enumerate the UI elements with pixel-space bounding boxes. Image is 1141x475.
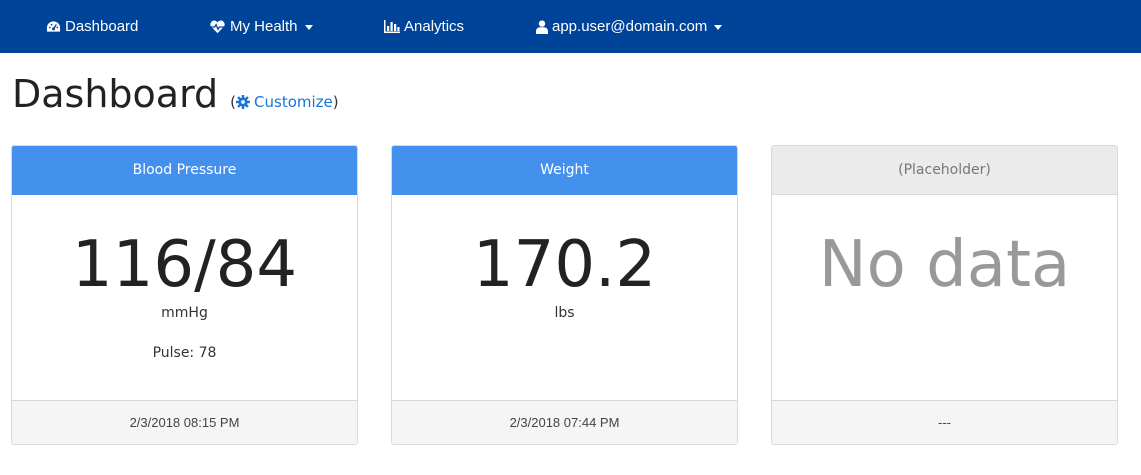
card-no-data: No data xyxy=(818,228,1071,302)
customize-wrapper: ( Customize ) xyxy=(230,93,338,111)
card-body: 116/84 mmHg Pulse: 78 xyxy=(12,195,357,403)
nav-analytics[interactable]: Analytics xyxy=(384,0,464,53)
page-heading: Dashboard ( Customize ) xyxy=(12,72,339,116)
customize-close-paren: ) xyxy=(332,93,339,111)
card-header: Weight xyxy=(392,146,737,195)
card-body: No data xyxy=(772,195,1117,403)
card-unit: mmHg xyxy=(161,305,208,321)
card-blood-pressure[interactable]: Blood Pressure 116/84 mmHg Pulse: 78 2/3… xyxy=(11,145,358,445)
card-footer-timestamp: 2/3/2018 07:44 PM xyxy=(392,400,737,444)
card-weight[interactable]: Weight 170.2 lbs 2/3/2018 07:44 PM xyxy=(391,145,738,445)
customize-label: Customize xyxy=(254,93,333,111)
chevron-down-icon xyxy=(714,25,723,30)
nav-user-menu[interactable]: app.user@domain.com xyxy=(536,0,723,53)
user-icon xyxy=(536,19,548,34)
chevron-down-icon xyxy=(304,25,313,30)
card-footer-timestamp: 2/3/2018 08:15 PM xyxy=(12,400,357,444)
bar-chart-icon xyxy=(384,20,400,33)
nav-user-label: app.user@domain.com xyxy=(552,18,708,35)
top-navbar: Dashboard My Health Analytics app.user@d… xyxy=(0,0,1141,53)
nav-analytics-label: Analytics xyxy=(404,18,465,35)
card-header: Blood Pressure xyxy=(12,146,357,195)
card-footer-timestamp: --- xyxy=(772,400,1117,444)
gear-icon xyxy=(236,95,251,109)
card-body: 170.2 lbs xyxy=(392,195,737,403)
customize-link[interactable]: Customize xyxy=(236,93,333,111)
heartbeat-icon xyxy=(210,20,225,33)
nav-my-health-label: My Health xyxy=(230,18,298,35)
card-value: 170.2 xyxy=(472,228,657,302)
card-unit: lbs xyxy=(554,305,575,321)
card-pulse: Pulse: 78 xyxy=(152,345,217,361)
page-title: Dashboard xyxy=(12,72,219,116)
nav-my-health[interactable]: My Health xyxy=(209,0,313,53)
nav-dashboard[interactable]: Dashboard xyxy=(46,0,138,53)
card-value: 116/84 xyxy=(71,228,298,302)
dashboard-icon xyxy=(46,21,61,32)
nav-dashboard-label: Dashboard xyxy=(65,18,139,35)
card-header: (Placeholder) xyxy=(772,146,1117,195)
card-placeholder[interactable]: (Placeholder) No data --- xyxy=(771,145,1118,445)
